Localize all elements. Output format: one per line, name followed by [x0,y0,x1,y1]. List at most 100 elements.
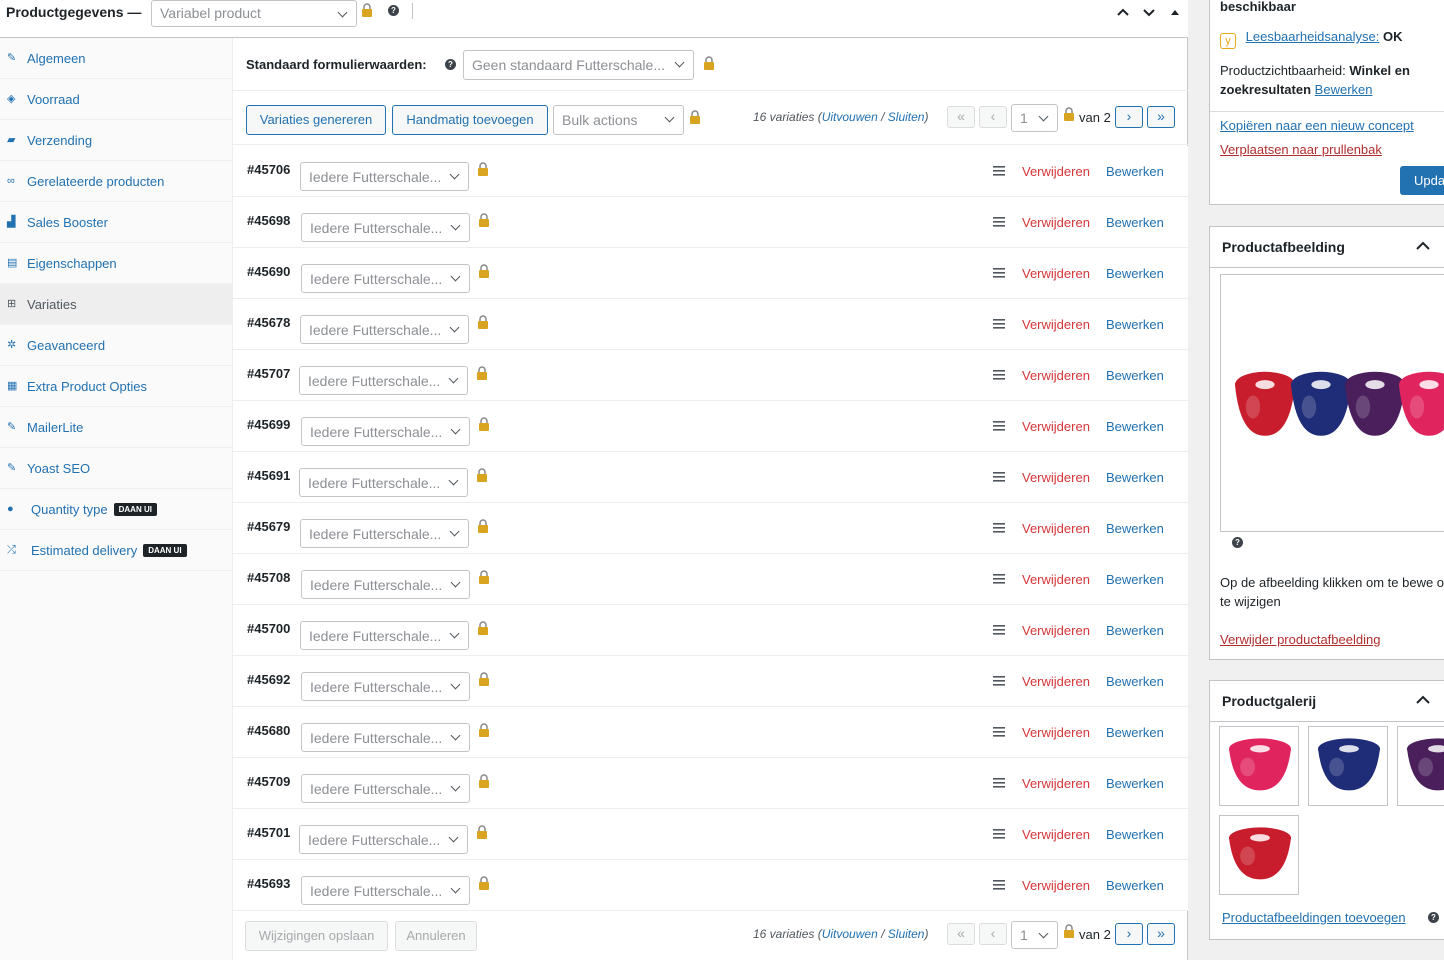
variation-attribute-select[interactable]: Iedere Futterschale... [301,264,470,293]
variation-row[interactable]: #45698 Iedere Futterschale... Verwijderen B… [233,197,1188,248]
drag-handle-icon[interactable] [993,472,1005,482]
variation-attribute-select[interactable]: Iedere Futterschale... [301,417,470,446]
variation-attribute-select[interactable]: Iedere Futterschale... [300,519,469,548]
drag-handle-icon[interactable] [993,319,1005,329]
edit-variation-link[interactable]: Bewerken [1106,368,1164,383]
drag-handle-icon[interactable] [993,829,1005,839]
variation-attribute-select[interactable]: Iedere Futterschale... [301,876,470,905]
delete-variation-link[interactable]: Verwijderen [1022,317,1090,332]
delete-variation-link[interactable]: Verwijderen [1022,827,1090,842]
edit-variation-link[interactable]: Bewerken [1106,521,1164,536]
edit-variation-link[interactable]: Bewerken [1106,215,1164,230]
delete-variation-link[interactable]: Verwijderen [1022,674,1090,689]
page-select[interactable]: 1 [1011,921,1058,949]
add-manually-button[interactable]: Handmatig toevoegen [392,105,548,135]
variation-attribute-select[interactable]: Iedere Futterschale... [301,213,470,242]
gallery-image[interactable] [1219,815,1299,895]
variation-attribute-select[interactable]: Iedere Futterschale... [299,825,468,854]
chevron-up-icon[interactable] [1116,5,1130,19]
edit-variation-link[interactable]: Bewerken [1106,470,1164,485]
drag-handle-icon[interactable] [993,268,1005,278]
drag-handle-icon[interactable] [993,574,1005,584]
variation-attribute-select[interactable]: Iedere Futterschale... [301,672,470,701]
variation-attribute-select[interactable]: Iedere Futterschale... [300,315,469,344]
variation-row[interactable]: #45707 Iedere Futterschale... Verwijderen B… [233,350,1188,401]
visibility-edit-link[interactable]: Bewerken [1315,82,1373,97]
collapse-link[interactable]: Sluiten [888,110,925,124]
readability-link[interactable]: Leesbaarheidsanalyse: [1246,29,1380,44]
prev-page-button[interactable]: ‹ [979,106,1007,128]
tab-sales-booster[interactable]: ▟ Sales Booster [0,202,233,243]
drag-handle-icon[interactable] [993,727,1005,737]
delete-variation-link[interactable]: Verwijderen [1022,878,1090,893]
edit-variation-link[interactable]: Bewerken [1106,725,1164,740]
delete-variation-link[interactable]: Verwijderen [1022,725,1090,740]
tab-verzending[interactable]: ▰ Verzending [0,120,233,161]
save-changes-button[interactable]: Wijzigingen opslaan [245,921,388,951]
chevron-down-icon[interactable] [1142,5,1156,19]
generate-variations-button[interactable]: Variaties genereren [246,105,386,135]
drag-handle-icon[interactable] [993,523,1005,533]
variation-row[interactable]: #45706 Iedere Futterschale... Verwijderen B… [233,146,1188,197]
edit-variation-link[interactable]: Bewerken [1106,164,1164,179]
expand-link[interactable]: Uitvouwen [822,110,878,124]
chevron-up-icon[interactable] [1416,241,1430,251]
copy-to-draft-link[interactable]: Kopiëren naar een nieuw concept [1220,118,1414,133]
update-button[interactable]: Upda [1400,166,1444,195]
tab-quantity-type[interactable]: ● Quantity type DAAN UI [0,489,233,530]
product-type-select[interactable]: Variabel product [151,0,357,27]
edit-variation-link[interactable]: Bewerken [1106,317,1164,332]
cancel-button[interactable]: Annuleren [395,921,477,951]
edit-variation-link[interactable]: Bewerken [1106,878,1164,893]
variation-attribute-select[interactable]: Iedere Futterschale... [300,162,469,191]
expand-link[interactable]: Uitvouwen [822,927,878,941]
drag-handle-icon[interactable] [993,166,1005,176]
gallery-image[interactable] [1397,726,1444,806]
drag-handle-icon[interactable] [993,676,1005,686]
tab-eigenschappen[interactable]: ▤ Eigenschappen [0,243,233,284]
delete-variation-link[interactable]: Verwijderen [1022,215,1090,230]
edit-variation-link[interactable]: Bewerken [1106,776,1164,791]
delete-variation-link[interactable]: Verwijderen [1022,776,1090,791]
page-select[interactable]: 1 [1011,104,1058,132]
edit-variation-link[interactable]: Bewerken [1106,674,1164,689]
delete-variation-link[interactable]: Verwijderen [1022,368,1090,383]
variation-row[interactable]: #45709 Iedere Futterschale... Verwijderen B… [233,758,1188,809]
gallery-image[interactable] [1308,726,1388,806]
variation-attribute-select[interactable]: Iedere Futterschale... [301,570,470,599]
next-page-button[interactable]: › [1115,923,1143,945]
tab-algemeen[interactable]: ✎ Algemeen [0,38,233,79]
default-attribute-select[interactable]: Geen standaard Futterschale... [463,50,694,80]
drag-handle-icon[interactable] [993,421,1005,431]
remove-image-link[interactable]: Verwijder productafbeelding [1220,632,1380,647]
variation-row[interactable]: #45701 Iedere Futterschale... Verwijderen B… [233,809,1188,860]
delete-variation-link[interactable]: Verwijderen [1022,470,1090,485]
drag-handle-icon[interactable] [993,370,1005,380]
drag-handle-icon[interactable] [993,217,1005,227]
tab-extra-product-opties[interactable]: ▦ Extra Product Opties [0,366,233,407]
variation-row[interactable]: #45691 Iedere Futterschale... Verwijderen B… [233,452,1188,503]
tab-voorraad[interactable]: ◈ Voorraad [0,79,233,120]
chevron-up-icon[interactable] [1416,695,1430,705]
drag-handle-icon[interactable] [993,778,1005,788]
product-image[interactable] [1220,274,1444,532]
delete-variation-link[interactable]: Verwijderen [1022,164,1090,179]
help-icon[interactable]: ? [445,59,456,70]
gallery-image[interactable] [1219,726,1299,806]
tab-mailerlite[interactable]: ✎ MailerLite [0,407,233,448]
help-icon[interactable]: ? [1428,912,1439,923]
variation-row[interactable]: #45679 Iedere Futterschale... Verwijderen B… [233,503,1188,554]
tab-geavanceerd[interactable]: ✲ Geavanceerd [0,325,233,366]
edit-variation-link[interactable]: Bewerken [1106,419,1164,434]
variation-row[interactable]: #45699 Iedere Futterschale... Verwijderen B… [233,401,1188,452]
variation-attribute-select[interactable]: Iedere Futterschale... [301,723,470,752]
edit-variation-link[interactable]: Bewerken [1106,266,1164,281]
variation-attribute-select[interactable]: Iedere Futterschale... [299,468,468,497]
collapse-link[interactable]: Sluiten [888,927,925,941]
delete-variation-link[interactable]: Verwijderen [1022,521,1090,536]
variation-attribute-select[interactable]: Iedere Futterschale... [299,366,468,395]
delete-variation-link[interactable]: Verwijderen [1022,419,1090,434]
tab-yoast-seo[interactable]: ✎ Yoast SEO [0,448,233,489]
last-page-button[interactable]: » [1147,106,1175,128]
variation-attribute-select[interactable]: Iedere Futterschale... [300,621,469,650]
